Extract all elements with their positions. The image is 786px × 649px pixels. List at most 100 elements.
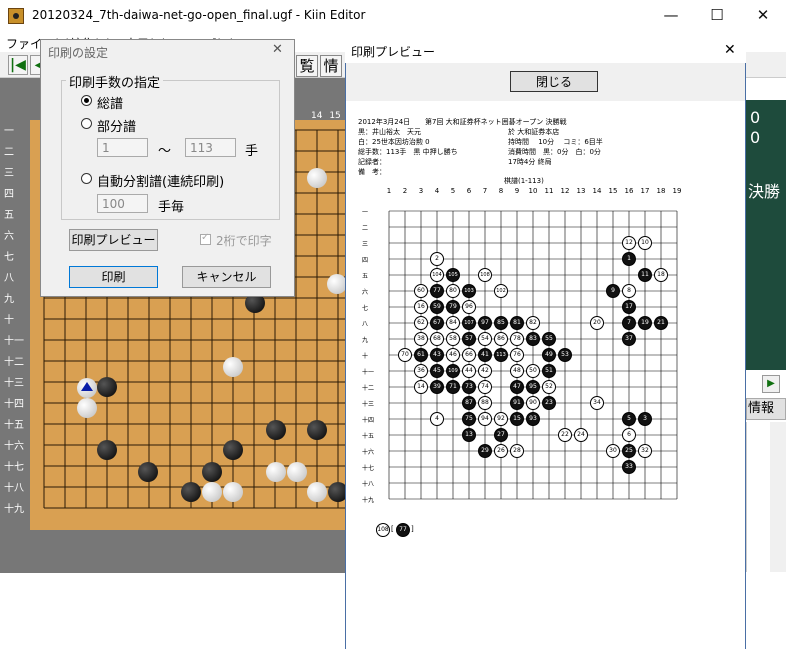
pv-white-stone: 18 — [654, 268, 668, 282]
white-stone — [327, 274, 347, 294]
pv-white-stone: 104 — [430, 268, 444, 282]
pv-white-stone: 2 — [430, 252, 444, 266]
pv-white-stone: 36 — [414, 364, 428, 378]
pv-black-stone: 57 — [462, 332, 476, 346]
pv-row-label: 四 — [362, 257, 369, 264]
close-button[interactable]: ✕ — [740, 0, 786, 31]
pv-row-label: 十六 — [362, 449, 375, 456]
pv-white-stone: 58 — [446, 332, 460, 346]
pv-black-stone: 59 — [430, 300, 444, 314]
pv-row-label: 五 — [362, 273, 369, 280]
pv-col-label: 19 — [672, 187, 682, 195]
split-every-input[interactable]: 100 — [97, 194, 148, 213]
pv-white-stone: 94 — [478, 412, 492, 426]
pv-white-stone: 80 — [446, 284, 460, 298]
pv-white-stone: 12 — [622, 236, 636, 250]
radio-auto-split[interactable] — [81, 173, 92, 184]
board-row-label: 一 — [4, 126, 14, 137]
white-stone — [223, 482, 243, 502]
cancel-button[interactable]: キャンセル — [182, 266, 271, 288]
from-move-input[interactable]: 1 — [97, 138, 148, 157]
pv-white-stone: 48 — [510, 364, 524, 378]
pv-black-stone: 43 — [430, 348, 444, 362]
pv-black-stone: 109 — [446, 364, 460, 378]
pv-row-label: 三 — [362, 241, 369, 248]
pv-black-stone: 83 — [526, 332, 540, 346]
board-row-label: 十三 — [4, 378, 24, 389]
print-preview-button[interactable]: 印刷プレビュー — [69, 229, 158, 251]
pv-white-stone: 34 — [590, 396, 604, 410]
pv-white-stone: 46 — [446, 348, 460, 362]
pv-black-stone: 51 — [542, 364, 556, 378]
pv-col-label: 9 — [514, 187, 520, 195]
next-move-button[interactable]: ▶ — [762, 375, 780, 393]
pv-col-label: 18 — [656, 187, 666, 195]
pv-white-stone: 16 — [414, 300, 428, 314]
range-tilde: 〜 — [158, 144, 172, 159]
pv-black-stone: 77 — [430, 284, 444, 298]
pv-black-stone: 97 — [478, 316, 492, 330]
info-toolbar-button[interactable]: 情 — [320, 55, 342, 77]
pv-black-stone: 87 — [462, 396, 476, 410]
pv-col-label: 15 — [608, 187, 618, 195]
col-number-14: 14 — [311, 111, 323, 121]
radio-full-record-label: 総譜 — [97, 97, 124, 112]
pv-black-stone: 49 — [542, 348, 556, 362]
pv-col-label: 3 — [418, 187, 424, 195]
pv-black-stone: 47 — [510, 380, 524, 394]
radio-full-record[interactable] — [81, 95, 92, 106]
print-button[interactable]: 印刷 — [69, 266, 158, 288]
pv-black-stone: 19 — [638, 316, 652, 330]
pv-black-stone: 13 — [462, 428, 476, 442]
list-button[interactable]: 覧 — [296, 55, 318, 77]
pv-white-stone: 74 — [478, 380, 492, 394]
pv-white-stone: 78 — [510, 332, 524, 346]
pv-white-stone: 54 — [478, 332, 492, 346]
pv-white-stone: 88 — [478, 396, 492, 410]
board-row-label: 十五 — [4, 420, 24, 431]
preview-close-button[interactable]: 閉じる — [510, 71, 598, 92]
pv-black-stone: 67 — [430, 316, 444, 330]
pv-row-label: 十八 — [362, 481, 375, 488]
pv-col-label: 1 — [386, 187, 392, 195]
pv-col-label: 8 — [498, 187, 504, 195]
pv-col-label: 5 — [450, 187, 456, 195]
print-settings-close[interactable]: ✕ — [272, 42, 283, 57]
first-move-button[interactable]: |◀ — [8, 55, 28, 75]
split-every-label: 手毎 — [158, 200, 185, 215]
pv-white-stone: 32 — [638, 444, 652, 458]
print-preview-close[interactable]: ✕ — [724, 42, 736, 58]
white-stone — [307, 168, 327, 188]
pv-white-stone: 24 — [574, 428, 588, 442]
radio-partial-record[interactable] — [81, 118, 92, 129]
pv-black-stone: 29 — [478, 444, 492, 458]
board-row-label: 二 — [4, 147, 14, 158]
pv-black-stone: 45 — [430, 364, 444, 378]
pv-row-label: 六 — [362, 289, 369, 296]
to-move-input[interactable]: 113 — [185, 138, 236, 157]
pv-white-stone: 92 — [494, 412, 508, 426]
pv-black-stone: 5 — [622, 412, 636, 426]
window-title: 20120324_7th-daiwa-net-go-open_final.ugf… — [32, 8, 366, 22]
maximize-button[interactable]: ☐ — [694, 0, 740, 31]
board-row-label: 十八 — [4, 483, 24, 494]
comment-scrollbar[interactable] — [770, 422, 786, 572]
pv-row-label: 十一 — [362, 369, 375, 376]
board-row-label: 六 — [4, 231, 14, 242]
black-stone — [97, 377, 117, 397]
pv-col-label: 11 — [544, 187, 554, 195]
pv-black-stone: 33 — [622, 460, 636, 474]
minimize-button[interactable]: — — [648, 0, 694, 31]
pv-white-stone: 28 — [510, 444, 524, 458]
pv-col-label: 7 — [482, 187, 488, 195]
radio-partial-record-label: 部分譜 — [97, 120, 137, 135]
pv-col-label: 2 — [402, 187, 408, 195]
pv-black-stone: 55 — [542, 332, 556, 346]
pv-row-label: 十 — [362, 353, 369, 360]
first-move-icon: |◀ — [10, 57, 26, 73]
board-row-label: 四 — [4, 189, 14, 200]
pv-white-stone: 76 — [510, 348, 524, 362]
board-col-numbers: 14 15 — [311, 111, 345, 121]
pv-white-stone: 38 — [414, 332, 428, 346]
info-button[interactable]: 情報 — [746, 398, 786, 420]
